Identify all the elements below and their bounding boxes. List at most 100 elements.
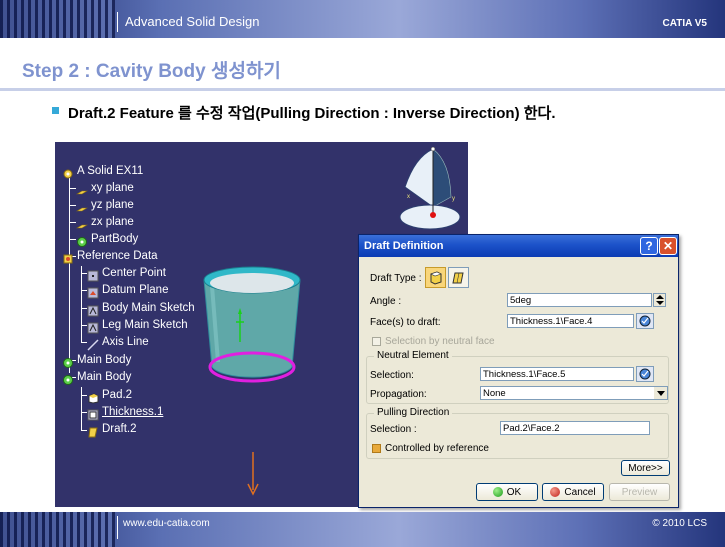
bullet-text: Draft.2 Feature 를 수정 작업(Pulling Directio… [68,105,556,122]
tree-node-label: Pad.2 [102,389,133,401]
tree-node-main-body-1[interactable]: Main Body [62,352,131,368]
neutral-list-button[interactable] [636,366,654,382]
constant-draft-icon [430,271,442,285]
cancel-button[interactable]: Cancel [542,483,604,501]
tree-node-center-point[interactable]: Center Point [87,265,166,282]
cup-model[interactable] [200,262,305,387]
tree-node-label: xy plane [91,182,134,194]
plane-icon [75,182,89,195]
sketch-icon [87,302,99,317]
tree-node-label: yz plane [91,199,134,211]
close-button[interactable]: ✕ [659,237,677,255]
tree-node-yz-plane[interactable]: yz plane [75,197,134,213]
tree-node-label: Main Body [77,354,132,366]
body-icon [62,371,74,385]
tree-node-pad-2[interactable]: Pad.2 [87,387,133,404]
sketch-icon [87,319,99,334]
controlled-by-reference-label: Controlled by reference [385,443,489,454]
tree-node-label: zx plane [91,216,134,228]
tree-branch-line [69,188,76,189]
neutral-selection-label: Selection: [370,370,414,381]
tree-node-label: Leg Main Sketch [102,319,188,331]
tree-branch-line [81,266,82,343]
footer-url[interactable]: www.edu-catia.com [123,518,210,529]
tree-node-draft-2[interactable]: Draft.2 [87,421,137,438]
selection-by-neutral-checkbox[interactable] [372,337,381,346]
footer-copyright: © 2010 LCS [652,518,707,529]
tree-node-label: Datum Plane [102,284,169,296]
pulling-direction-arrow[interactable] [245,452,261,497]
svg-text:x: x [407,194,410,200]
tree-node-label: Center Point [102,267,166,279]
draft-definition-dialog: Draft Definition ? ✕ Draft Type : Angle … [358,234,679,508]
tree-node-axis-line[interactable]: Axis Line [87,334,149,351]
draft-type-label: Draft Type : [370,273,422,284]
more-button[interactable]: More>> [621,460,670,476]
tree-node-root[interactable]: A Solid EX11 [62,163,143,179]
tree-node-xy-plane[interactable]: xy plane [75,180,134,196]
geoset-icon [62,250,74,264]
faces-label: Face(s) to draft: [370,317,441,328]
faces-input[interactable]: Thickness.1\Face.4 [507,314,634,328]
header-separator [117,12,118,32]
ok-icon [492,487,503,497]
selection-by-neutral-label: Selection by neutral face [385,336,495,347]
title-rule [0,88,725,91]
draft-type-variable-button[interactable] [448,267,469,288]
list-select-icon [639,368,651,380]
tree-node-label: Body Main Sketch [102,302,195,314]
preview-button[interactable]: Preview [609,483,670,501]
controlled-by-reference-checkbox[interactable] [372,444,381,453]
step-title: Step 2 : Cavity Body 생성하기 [22,61,281,82]
angle-input[interactable]: 5deg [507,293,652,307]
compass-widget[interactable]: x y [395,142,468,237]
draft-type-constant-button[interactable] [425,267,446,288]
variable-draft-icon [452,272,464,284]
tree-node-thickness-1[interactable]: Thickness.1 [87,404,163,421]
header-title: Advanced Solid Design [125,14,260,29]
pulling-selection-input[interactable]: Pad.2\Face.2 [500,421,650,435]
tree-node-zx-plane[interactable]: zx plane [75,214,134,230]
svg-text:y: y [452,196,455,202]
bullet-icon [52,107,59,114]
plane-icon [75,199,89,212]
header-stripes [0,0,115,38]
tree-node-leg-main-sketch[interactable]: Leg Main Sketch [87,317,188,334]
spinner-arrows-icon [655,295,664,305]
footer-stripes [0,512,115,547]
angle-spinner[interactable] [653,293,666,307]
tree-node-partbody[interactable]: PartBody [76,231,138,247]
point-icon [87,267,99,282]
footer-separator [117,516,118,539]
thickness-icon [87,406,99,421]
tree-branch-line [69,222,76,223]
faces-list-button[interactable] [636,313,654,329]
tree-branch-line [69,205,76,206]
tree-node-main-body-2[interactable]: Main Body [62,369,131,385]
propagation-value: None [483,388,506,399]
tree-node-label: A Solid EX11 [77,165,144,177]
datum-icon [87,284,99,299]
tree-node-datum-plane[interactable]: Datum Plane [87,282,169,299]
ok-button[interactable]: OK [476,483,538,501]
tree-node-label: PartBody [91,233,139,245]
header-product: CATIA V5 [662,18,707,29]
plane-icon [75,216,89,229]
tree-node-label: Main Body [77,371,132,383]
angle-label: Angle : [370,296,402,307]
pad-icon [87,389,99,404]
tree-node-reference-data[interactable]: Reference Data [62,248,158,264]
propagation-select[interactable]: None [480,386,668,400]
draft-icon [87,423,99,438]
tree-node-body-main-sketch[interactable]: Body Main Sketch [87,300,195,317]
cancel-label: Cancel [564,486,596,498]
tree-branch-line [69,239,76,240]
footer-bar: www.edu-catia.com © 2010 LCS [0,512,725,547]
chevron-down-icon [656,390,665,396]
propagation-dropdown-arrow[interactable] [654,387,667,399]
tree-branch-line [69,178,70,373]
neutral-element-title: Neutral Element [374,350,452,361]
neutral-selection-input[interactable]: Thickness.1\Face.5 [480,367,634,381]
help-button[interactable]: ? [640,237,658,255]
ok-label: OK [506,486,522,498]
